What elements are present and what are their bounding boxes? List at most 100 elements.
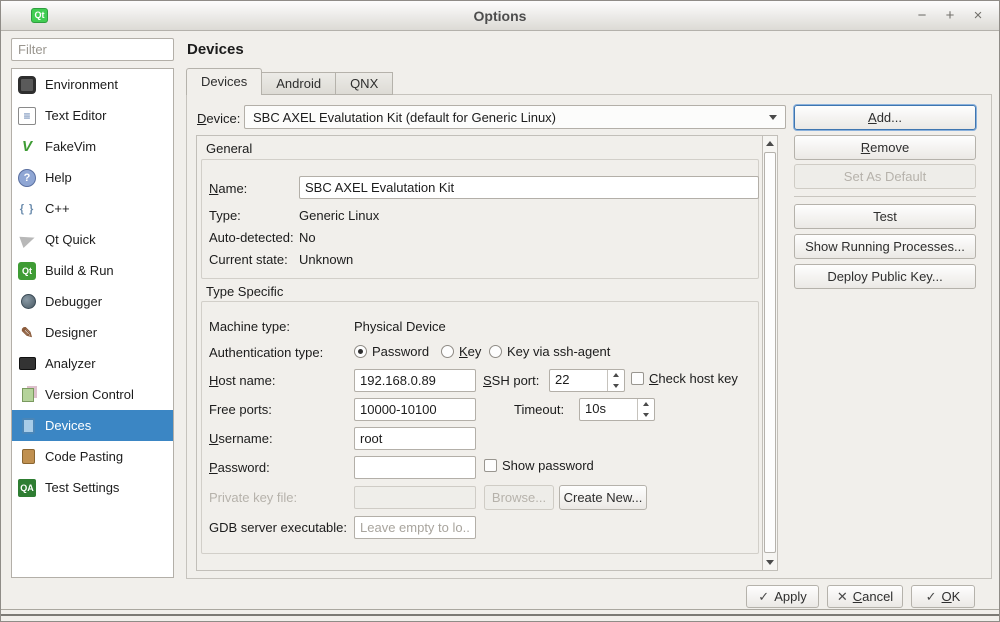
fakevim-icon: V (18, 138, 36, 156)
code-pasting-icon (18, 448, 36, 466)
page-title: Devices (187, 41, 244, 58)
scroll-up-icon[interactable] (763, 136, 777, 151)
sidebar-item-help[interactable]: ? Help (12, 162, 173, 193)
radio-password-icon[interactable] (354, 345, 367, 358)
sidebar-item-cpp[interactable]: { } C++ (12, 193, 173, 224)
options-dialog: Qt Options − + × Environment ≡ Text Edit… (0, 0, 1000, 622)
cancel-button[interactable]: ✕ Cancel (827, 585, 903, 608)
gdb-server-executable-label: GDB server executable: (209, 520, 347, 535)
timeout-down-icon[interactable] (638, 410, 654, 421)
radio-key-ssh-agent-icon[interactable] (489, 345, 502, 358)
tab-android[interactable]: Android (261, 72, 336, 95)
help-icon: ? (18, 169, 36, 187)
free-ports-input[interactable] (354, 398, 476, 421)
sidebar-item-version-control[interactable]: Version Control (12, 379, 173, 410)
minimize-button[interactable]: − (913, 7, 931, 25)
sidebar-item-text-editor[interactable]: ≡ Text Editor (12, 100, 173, 131)
ssh-port-up-icon[interactable] (608, 370, 624, 381)
tab-devices[interactable]: Devices (186, 68, 262, 95)
current-state-value: Unknown (299, 252, 353, 267)
scrollbar-thumb[interactable] (764, 152, 776, 553)
scroll-down-icon[interactable] (763, 555, 777, 570)
name-input[interactable] (299, 176, 759, 199)
button-separator (794, 196, 976, 197)
create-new-button[interactable]: Create New... (559, 485, 647, 510)
show-password-box-icon[interactable] (484, 459, 497, 472)
analyzer-icon (18, 355, 36, 373)
machine-type-label: Machine type: (209, 319, 290, 334)
close-button[interactable]: × (969, 7, 987, 25)
machine-type-value: Physical Device (354, 319, 446, 334)
title-bar[interactable]: Qt Options − + × (1, 1, 999, 31)
timeout-spinbox[interactable]: 10s (579, 398, 655, 421)
device-label: Device: (197, 111, 240, 126)
check-host-key-box-icon[interactable] (631, 372, 644, 385)
type-value: Generic Linux (299, 208, 379, 223)
sidebar-item-environment[interactable]: Environment (12, 69, 173, 100)
show-running-processes-button[interactable]: Show Running Processes... (794, 234, 976, 259)
build-run-icon: Qt (18, 262, 36, 280)
category-list: Environment ≡ Text Editor V FakeVim ? He… (11, 68, 174, 578)
show-password-checkbox[interactable]: Show password (484, 458, 594, 473)
window-bottom-edge (1, 614, 999, 616)
sidebar-item-fakevim[interactable]: V FakeVim (12, 131, 173, 162)
check-icon: ✓ (758, 589, 769, 605)
sidebar-item-code-pasting[interactable]: Code Pasting (12, 441, 173, 472)
deploy-public-key-button[interactable]: Deploy Public Key... (794, 264, 976, 289)
type-label: Type: (209, 208, 241, 223)
radio-key-icon[interactable] (441, 345, 454, 358)
sidebar-item-build-run[interactable]: Qt Build & Run (12, 255, 173, 286)
type-specific-groupbox (201, 301, 759, 554)
sidebar-item-test-settings[interactable]: QA Test Settings (12, 472, 173, 503)
dropdown-arrow-icon (769, 115, 777, 120)
auto-detected-label: Auto-detected: (209, 230, 294, 245)
current-state-label: Current state: (209, 252, 288, 267)
tab-qnx[interactable]: QNX (335, 72, 393, 95)
apply-button[interactable]: ✓ Apply (746, 585, 819, 608)
sidebar-item-analyzer[interactable]: Analyzer (12, 348, 173, 379)
check-icon: ✓ (926, 589, 937, 605)
ssh-port-spinbox[interactable]: 22 (549, 369, 625, 392)
sidebar-item-devices[interactable]: Devices (12, 410, 173, 441)
password-label: Password: (209, 460, 270, 475)
debugger-icon (18, 293, 36, 311)
maximize-button[interactable]: + (941, 7, 959, 25)
sidebar-item-debugger[interactable]: Debugger (12, 286, 173, 317)
check-host-key-checkbox[interactable]: Check host key (631, 371, 738, 386)
environment-icon (18, 76, 36, 94)
gdb-server-executable-input[interactable] (354, 516, 476, 539)
test-button[interactable]: Test (794, 204, 976, 229)
free-ports-label: Free ports: (209, 402, 272, 417)
ok-button[interactable]: ✓ OK (911, 585, 975, 608)
authentication-type-label: Authentication type: (209, 345, 323, 360)
window-bottom-divider (1, 609, 999, 610)
ssh-port-label: SSH port: (483, 373, 539, 388)
remove-button[interactable]: Remove (794, 135, 976, 160)
vertical-scrollbar[interactable] (762, 136, 777, 570)
filter-input[interactable] (11, 38, 174, 61)
version-control-icon (18, 386, 36, 404)
radio-password[interactable]: Password (354, 344, 429, 359)
host-name-input[interactable] (354, 369, 476, 392)
ssh-port-down-icon[interactable] (608, 381, 624, 392)
timeout-up-icon[interactable] (638, 399, 654, 410)
add-button[interactable]: Add... (794, 105, 976, 130)
device-combobox[interactable]: SBC AXEL Evalutation Kit (default for Ge… (244, 105, 786, 129)
private-key-file-label: Private key file: (209, 490, 297, 505)
tab-bar: Devices Android QNX (186, 68, 392, 95)
general-section-title: General (203, 141, 255, 156)
window-title: Options (1, 1, 999, 31)
radio-key-ssh-agent[interactable]: Key via ssh-agent (489, 344, 610, 359)
qt-quick-icon (18, 231, 36, 249)
username-label: Username: (209, 431, 273, 446)
timeout-label: Timeout: (514, 402, 564, 417)
sidebar-item-designer[interactable]: ✎ Designer (12, 317, 173, 348)
username-input[interactable] (354, 427, 476, 450)
private-key-file-input (354, 486, 476, 509)
password-input[interactable] (354, 456, 476, 479)
sidebar-item-qt-quick[interactable]: Qt Quick (12, 224, 173, 255)
device-combobox-value: SBC AXEL Evalutation Kit (default for Ge… (253, 110, 556, 125)
type-specific-section-title: Type Specific (203, 284, 286, 299)
designer-icon: ✎ (18, 324, 36, 342)
radio-key[interactable]: Key (441, 344, 481, 359)
